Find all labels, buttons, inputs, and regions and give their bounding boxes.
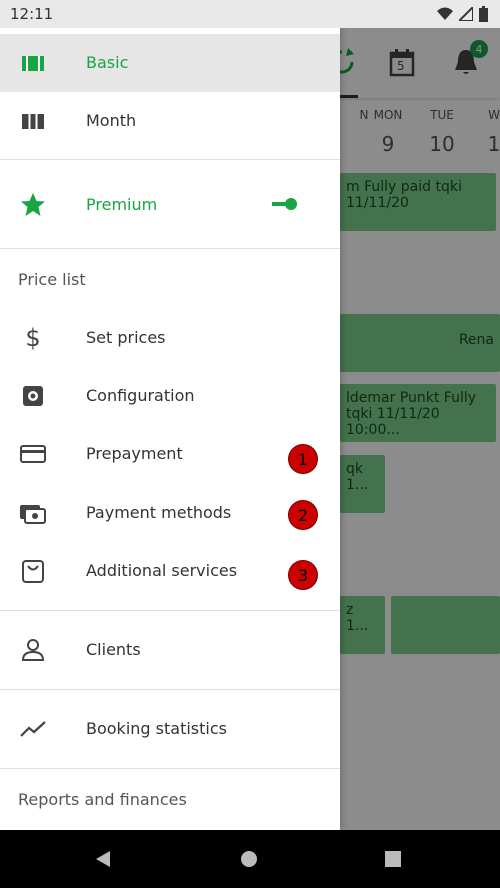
badge-2: 2 <box>288 500 318 530</box>
month-icon <box>22 114 44 129</box>
badge-1: 1 <box>288 444 318 474</box>
premium-toggle[interactable] <box>272 195 300 213</box>
divider <box>0 610 340 611</box>
system-nav-bar <box>0 830 500 888</box>
drawer-item-label: Configuration <box>86 386 195 405</box>
drawer-item-clients[interactable]: Clients <box>0 621 340 679</box>
signal-icon <box>459 7 473 21</box>
divider <box>0 248 340 249</box>
basic-icon <box>22 56 44 71</box>
drawer-item-label: Clients <box>86 640 141 659</box>
drawer-item-label: Basic <box>86 53 129 72</box>
status-icons <box>437 6 488 22</box>
drawer-item-label: Additional services <box>86 561 238 580</box>
drawer-item-label: Month <box>86 111 137 130</box>
drawer-item-label: Booking statistics <box>86 719 227 738</box>
drawer-item-label: Payment methods <box>86 503 232 522</box>
drawer-item-basic[interactable]: Basic <box>0 34 340 92</box>
payment-methods-icon <box>20 505 46 524</box>
drawer-item-set-prices[interactable]: $ Set prices <box>0 309 340 367</box>
divider <box>0 768 340 769</box>
drawer-item-month[interactable]: Month <box>0 92 340 150</box>
status-bar: 12:11 <box>0 0 500 28</box>
home-icon[interactable] <box>240 850 258 868</box>
navigation-drawer: Basic Month Premium Price list $ Set pri… <box>0 28 340 830</box>
divider <box>0 159 340 160</box>
drawer-item-label: Set prices <box>86 328 166 347</box>
recents-icon[interactable] <box>384 850 402 868</box>
drawer-item-booking-statistics[interactable]: Booking statistics <box>0 700 340 758</box>
battery-icon <box>479 6 488 22</box>
back-icon[interactable] <box>94 850 112 868</box>
section-price-list: Price list <box>18 270 86 289</box>
wifi-icon <box>437 7 453 20</box>
drawer-item-label: Premium <box>86 195 158 214</box>
divider <box>0 689 340 690</box>
bag-icon <box>22 560 44 583</box>
section-reports: Reports and finances <box>18 790 187 809</box>
status-time: 12:11 <box>10 5 54 23</box>
gear-icon <box>23 386 43 406</box>
dollar-icon: $ <box>25 324 41 352</box>
star-icon <box>21 193 45 216</box>
card-icon <box>20 445 46 463</box>
badge-3: 3 <box>288 560 318 590</box>
drawer-item-configuration[interactable]: Configuration <box>0 367 340 425</box>
trend-icon <box>20 721 46 737</box>
drawer-item-label: Prepayment <box>86 444 183 463</box>
person-icon <box>21 639 45 661</box>
